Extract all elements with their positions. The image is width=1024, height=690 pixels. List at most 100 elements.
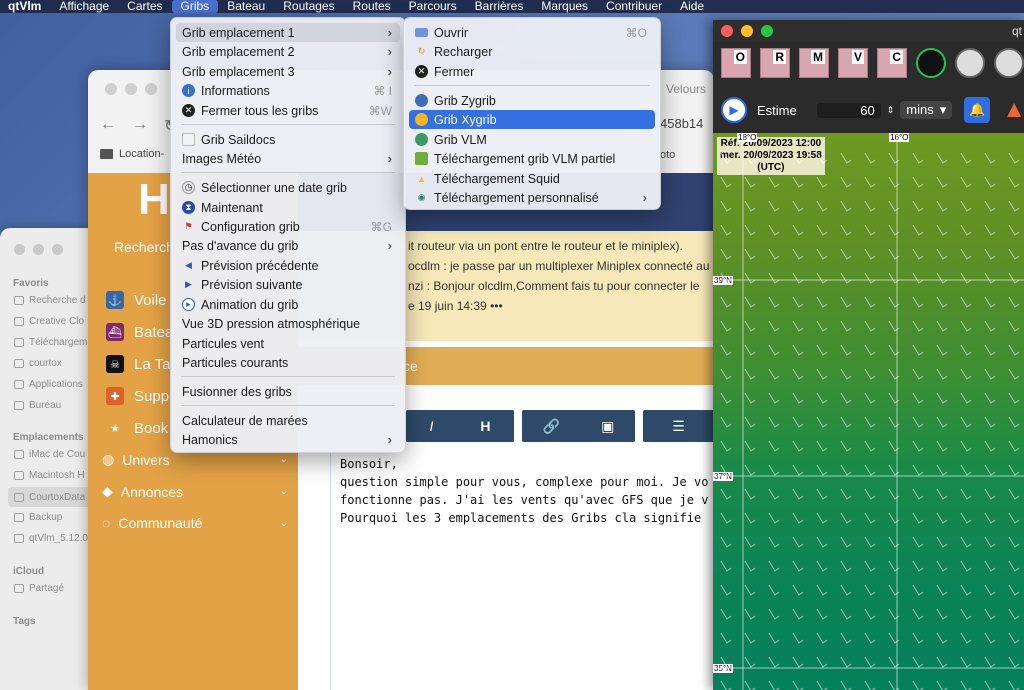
menu-item-particules-courants[interactable]: Particules courants — [176, 353, 400, 372]
minimize-light[interactable] — [741, 25, 753, 37]
heading-button[interactable]: H — [480, 418, 490, 434]
link-button[interactable]: 🔗 — [543, 418, 560, 435]
site-group-communaute[interactable]: ◌ Communauté ⌄ — [102, 515, 288, 531]
menu-item-vue-3d[interactable]: Vue 3D pression atmosphérique — [176, 314, 400, 333]
bookmark-item[interactable]: Location- — [119, 148, 164, 160]
menubar-cartes[interactable]: Cartes — [118, 0, 171, 13]
image-button[interactable]: ▣ — [601, 418, 614, 435]
menu-item-telechargement-vlm-partiel[interactable]: Téléchargement grib VLM partiel — [409, 149, 655, 168]
menu-item-configuration-grib[interactable]: ⚑ Configuration grib ⌘G — [176, 217, 400, 236]
close-light[interactable] — [14, 244, 25, 255]
gauge-icon[interactable] — [955, 48, 985, 78]
finder-item-selected[interactable]: CourtoxData — [8, 487, 92, 507]
menubar-bateau[interactable]: Bateau — [218, 0, 274, 13]
menu-item-grib-xygrib[interactable]: Grib Xygrib — [409, 110, 655, 129]
list-button[interactable]: ☰ — [672, 418, 685, 435]
menu-item-ouvrir[interactable]: Ouvrir ⌘O — [409, 23, 655, 42]
browser-tab[interactable]: Velours — [666, 82, 706, 96]
minimize-light[interactable] — [33, 244, 44, 255]
minimize-light[interactable] — [125, 83, 137, 95]
grib-o-button[interactable]: O — [721, 48, 751, 78]
menubar-routes[interactable]: Routes — [344, 0, 400, 13]
menu-item-grib-emplacement-2[interactable]: Grib emplacement 2 › — [176, 42, 400, 61]
warning-icon[interactable]: ▲ — [1002, 96, 1024, 124]
site-search[interactable]: Recherch — [114, 239, 174, 255]
menu-item-hamonics[interactable]: Hamonics › — [176, 430, 400, 449]
menubar-parcours[interactable]: Parcours — [400, 0, 466, 13]
url-fragment[interactable]: 458b14 — [660, 116, 703, 131]
site-nav-bateau[interactable]: ⛴ Batea — [106, 323, 173, 341]
menubar-marques[interactable]: Marques — [532, 0, 597, 13]
menubar-routages[interactable]: Routages — [274, 0, 343, 13]
close-light[interactable] — [105, 83, 117, 95]
finder-item[interactable]: Applications — [14, 379, 90, 390]
site-nav-book[interactable]: ★ Book — [106, 419, 168, 437]
menu-item-fusionner[interactable]: Fusionner des gribs — [176, 382, 400, 401]
menu-item-label: Sélectionner une date grib — [201, 180, 347, 195]
grib-v-button[interactable]: V — [838, 48, 868, 78]
finder-item[interactable]: qtVlm_5.12.0 — [14, 533, 90, 544]
close-light[interactable] — [721, 25, 733, 37]
menu-item-grib-zygrib[interactable]: Grib Zygrib — [409, 91, 655, 110]
site-group-univers[interactable]: ◍ Univers ⌄ — [102, 451, 288, 468]
menu-item-calculateur-marees[interactable]: Calculateur de marées — [176, 411, 400, 430]
bell-icon[interactable]: 🔔 — [964, 97, 991, 123]
finder-item[interactable]: iMac de Cou — [14, 449, 90, 460]
site-nav-support[interactable]: ✚ Suppo — [106, 387, 177, 405]
finder-item[interactable]: Partagé — [14, 583, 90, 594]
site-group-annonces[interactable]: ◆ Annonces ⌄ — [102, 483, 288, 500]
spinbox-arrows-icon[interactable]: ⇕ — [887, 105, 895, 116]
menu-item-prevision-suivante[interactable]: ▶ Prévision suivante — [176, 275, 400, 294]
estime-spinbox[interactable]: 60 — [816, 102, 881, 118]
back-arrow-icon[interactable]: ← — [100, 116, 116, 136]
menu-item-selectionner-date[interactable]: ◷ Sélectionner une date grib — [176, 178, 400, 197]
menu-item-prevision-precedente[interactable]: ◀ Prévision précédente — [176, 256, 400, 275]
grib-m-button[interactable]: M — [799, 48, 829, 78]
menubar-app-name[interactable]: qtVlm — [0, 0, 50, 13]
menu-item-pas-avance[interactable]: Pas d'avance du grib › — [176, 236, 400, 255]
compass-green-icon[interactable] — [916, 48, 946, 78]
menu-item-recharger[interactable]: ↻ Recharger — [409, 42, 655, 61]
menu-item-telechargement-squid[interactable]: ▲ Téléchargement Squid — [409, 169, 655, 188]
finder-item[interactable]: Creative Clo — [14, 316, 90, 327]
menubar-aide[interactable]: Aide — [671, 0, 713, 13]
finder-item[interactable]: Téléchargem — [14, 337, 90, 348]
menu-item-grib-saildocs[interactable]: Grib Saildocs — [176, 130, 400, 149]
site-logo[interactable]: H — [138, 175, 170, 225]
zoom-light[interactable] — [52, 244, 63, 255]
menu-item-images-meteo[interactable]: Images Météo › — [176, 149, 400, 168]
zoom-light[interactable] — [761, 25, 773, 37]
finder-item[interactable]: courtox — [14, 358, 90, 369]
menubar-barrieres[interactable]: Barrières — [466, 0, 533, 13]
site-nav-taverne[interactable]: ☠ La Tav — [106, 355, 178, 373]
menubar-contribuer[interactable]: Contribuer — [597, 0, 671, 13]
menubar-affichage[interactable]: Affichage — [50, 0, 118, 13]
menu-item-informations[interactable]: i Informations ⌘ I — [176, 81, 400, 100]
bookmark-item[interactable]: oto — [660, 149, 675, 161]
menu-item-particules-vent[interactable]: Particules vent — [176, 334, 400, 353]
menu-item-telechargement-personnalise[interactable]: ◉ Téléchargement personnalisé › — [409, 188, 655, 207]
finder-item[interactable]: Backup — [14, 512, 90, 523]
menu-item-fermer[interactable]: ✕ Fermer — [409, 62, 655, 81]
forward-arrow-icon[interactable]: → — [132, 116, 148, 136]
finder-item[interactable]: Recherche d — [14, 295, 90, 306]
italic-button[interactable]: I — [429, 418, 433, 434]
finder-item[interactable]: Bureau — [14, 400, 90, 411]
message-editor[interactable]: Bonsoir, question simple pour vous, comp… — [330, 453, 714, 690]
site-nav-voile[interactable]: ⚓ Voile — [106, 291, 167, 309]
finder-item[interactable]: Macintosh H — [14, 470, 90, 481]
menubar-gribs[interactable]: Gribs — [171, 0, 219, 13]
menu-item-animation-grib[interactable]: ▸ Animation du grib — [176, 295, 400, 314]
menu-item-grib-emplacement-3[interactable]: Grib emplacement 3 › — [176, 62, 400, 81]
menu-item-grib-emplacement-1[interactable]: Grib emplacement 1 › — [176, 23, 400, 42]
grib-c-button[interactable]: C — [877, 48, 907, 78]
play-icon[interactable]: ▶ — [721, 97, 747, 123]
zoom-light[interactable] — [145, 83, 157, 95]
menu-item-fermer-tous[interactable]: ✕ Fermer tous les gribs ⌘W — [176, 101, 400, 120]
grib-r-button[interactable]: R — [760, 48, 790, 78]
unit-select[interactable]: mins ▾ — [900, 101, 953, 119]
weather-map[interactable]: Réf: 20/09/2023 12:00 mer. 20/09/2023 19… — [713, 133, 1024, 690]
menu-item-maintenant[interactable]: ⧗ Maintenant — [176, 198, 400, 217]
gauge-icon[interactable] — [994, 48, 1024, 78]
menu-item-grib-vlm[interactable]: Grib VLM — [409, 130, 655, 149]
